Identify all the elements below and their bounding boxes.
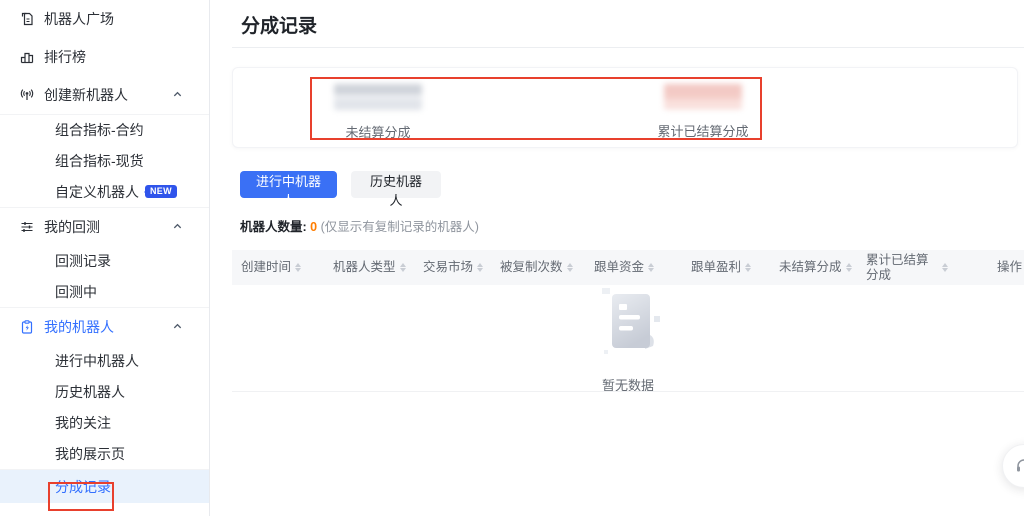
column-header-robot-type[interactable]: 机器人类型 [324,260,414,274]
broadcast-icon [18,87,35,104]
sort-icon[interactable] [745,263,751,272]
column-header-unsettled-share[interactable]: 未结算分成 [770,260,857,274]
sidebar-item-combo-indicator-spot[interactable]: 组合指标-现货 [0,145,209,176]
sidebar-item-my-backtest[interactable]: 我的回测 [0,207,209,245]
sort-icon[interactable] [648,263,654,272]
title-divider [232,47,1024,48]
sidebar-item-label: 历史机器人 [55,382,125,402]
app-window: 机器人广场 排行榜 创建新机器人 组合指标-合约 组合指标-现货 自定义机器人 … [0,0,1024,516]
sidebar-item-rankings[interactable]: 排行榜 [0,38,209,76]
sidebar-item-create-robot[interactable]: 创建新机器人 [0,76,209,114]
robot-count-line: 机器人数量: 0 (仅显示有复制记录的机器人) [240,216,479,235]
history-robots-tab-button[interactable]: 历史机器人 [351,171,441,198]
running-robots-tab-button[interactable]: 进行中机器人 [240,171,337,198]
headset-icon [1014,456,1024,476]
share-stats-card: 未结算分成 累计已结算分成 [232,67,1018,148]
sidebar-item-label: 回测中 [55,282,97,302]
stat-unsettled-share: 未结算分成 [268,84,488,142]
column-header-follow-funds[interactable]: 跟单资金 [585,260,682,274]
page-title: 分成记录 [241,11,317,38]
chevron-up-icon[interactable] [172,89,183,100]
sidebar-item-label: 分成记录 [55,477,111,497]
sidebar-item-history-robots[interactable]: 历史机器人 [0,376,209,407]
sidebar-item-label: 我的关注 [55,413,111,433]
sidebar-item-backtesting[interactable]: 回测中 [0,276,209,307]
stat-settled-share: 累计已结算分成 [593,84,813,141]
empty-data-illustration [582,288,674,364]
bar-chart-icon [18,49,35,66]
sidebar-item-label: 进行中机器人 [55,351,139,371]
new-badge: NEW [145,185,177,198]
table-bottom-divider [232,391,1024,392]
column-header-settled-share[interactable]: 累计已结算分成 [857,253,972,282]
sort-icon[interactable] [400,263,406,272]
robot-clipboard-icon [18,318,35,335]
sidebar-item-label: 组合指标-合约 [55,120,144,140]
stat-label: 累计已结算分成 [657,124,748,139]
sidebar-item-backtest-records[interactable]: 回测记录 [0,245,209,276]
table-empty-state: 暂无数据 [232,288,1024,394]
sidebar-item-custom-robot[interactable]: 自定义机器人 NEW [0,176,209,207]
settled-amount-redacted [664,84,742,109]
column-header-follow-profit[interactable]: 跟单盈利 [682,260,770,274]
sliders-icon [18,218,35,235]
sidebar-item-label: 我的展示页 [55,444,125,464]
sort-icon[interactable] [942,263,948,272]
sort-icon[interactable] [567,263,573,272]
chevron-up-icon[interactable] [172,321,183,332]
sidebar-item-robot-plaza[interactable]: 机器人广场 [0,0,209,38]
unsettled-amount-redacted [334,84,422,110]
sidebar-item-my-follows[interactable]: 我的关注 [0,407,209,438]
robot-count-note: (仅显示有复制记录的机器人) [321,220,479,234]
table-header-row: 创建时间 机器人类型 交易市场 被复制次数 跟单资金 跟单盈利 [232,250,1024,285]
sidebar-item-label: 我的机器人 [44,317,114,337]
robot-count-value: 0 [310,220,317,234]
document-icon [18,11,35,28]
sidebar-item-my-robots[interactable]: 我的机器人 [0,307,209,345]
sidebar-item-combo-indicator-futures[interactable]: 组合指标-合约 [0,114,209,145]
sidebar-item-label: 机器人广场 [44,9,114,29]
sidebar-item-label: 回测记录 [55,251,111,271]
robot-count-label: 机器人数量: [240,220,307,234]
sidebar-item-share-records[interactable]: 分成记录 [0,469,209,503]
sort-icon[interactable] [846,263,852,272]
column-header-copied-times[interactable]: 被复制次数 [491,260,585,274]
sidebar-item-running-robots[interactable]: 进行中机器人 [0,345,209,376]
sidebar-item-label: 我的回测 [44,217,100,237]
stat-label: 未结算分成 [345,125,410,140]
sort-icon[interactable] [477,263,483,272]
chevron-up-icon[interactable] [172,221,183,232]
column-header-create-time[interactable]: 创建时间 [232,260,324,274]
sidebar-item-label: 创建新机器人 [44,85,128,105]
column-header-actions: 操作 [972,260,1024,274]
robot-tab-buttons: 进行中机器人 历史机器人 [240,171,441,198]
sidebar: 机器人广场 排行榜 创建新机器人 组合指标-合约 组合指标-现货 自定义机器人 … [0,0,210,516]
sidebar-item-label: 组合指标-现货 [55,151,144,171]
main-content: 分成记录 未结算分成 累计已结算分成 进行中机器人 历史机器人 机器人数量: 0… [210,0,1024,516]
column-header-market[interactable]: 交易市场 [414,260,491,274]
sort-icon[interactable] [295,263,301,272]
sidebar-item-my-showcase[interactable]: 我的展示页 [0,438,209,469]
sidebar-item-label: 自定义机器人 [55,182,139,202]
sidebar-item-label: 排行榜 [44,47,86,67]
